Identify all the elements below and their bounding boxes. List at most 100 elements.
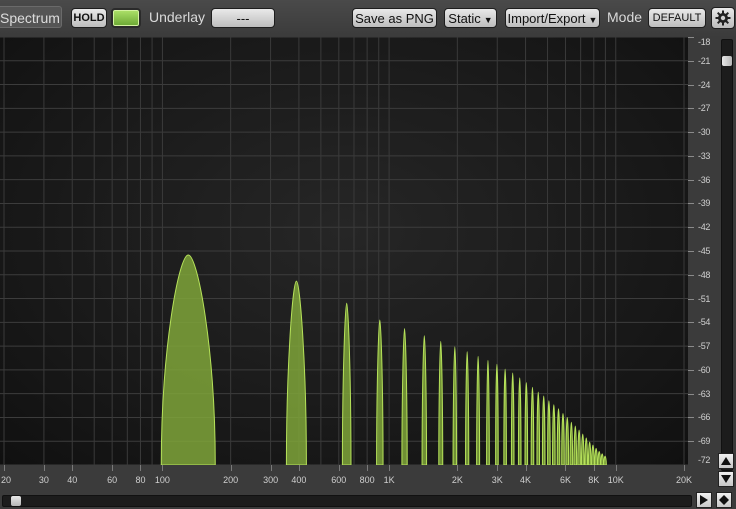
- x-tick-mark: [684, 465, 685, 471]
- y-tick-mark: [688, 369, 694, 371]
- y-tick-mark: [688, 322, 694, 324]
- scroll-down-button[interactable]: [718, 471, 734, 487]
- spectrum-peak: [486, 359, 490, 465]
- x-tick-mark: [338, 465, 340, 471]
- static-dropdown[interactable]: Static ▼: [444, 8, 497, 28]
- spectrum-peak: [597, 451, 601, 465]
- spectrum-peak: [561, 412, 565, 465]
- y-tick-mark: [688, 37, 694, 38]
- frequency-axis: 20 30 40 60 80 100 200 300 400 600 800 1K 2K 3K 4K 6K 8K…: [0, 465, 716, 491]
- y-tick-label: -48: [698, 269, 711, 280]
- spectrum-peak: [603, 455, 607, 465]
- x-tick-label: 200: [223, 475, 239, 485]
- y-tick-label: -21: [698, 55, 711, 66]
- spectrum-peak: [510, 372, 515, 465]
- spectrum-peak: [556, 408, 561, 465]
- y-tick-label: -54: [698, 317, 711, 328]
- y-tick-label: -51: [698, 293, 711, 304]
- x-tick-mark: [72, 465, 74, 471]
- x-tick-label: 2K: [451, 475, 463, 485]
- y-tick-mark: [688, 298, 694, 300]
- underlay-dropdown[interactable]: ---: [211, 8, 275, 28]
- x-tick-mark: [43, 465, 45, 471]
- spectrum-peak: [465, 351, 470, 465]
- x-tick-mark: [389, 465, 391, 471]
- triangle-up-icon: [721, 457, 731, 465]
- caret-down-icon: ▼: [588, 15, 598, 25]
- underlay-label: Underlay: [149, 9, 206, 25]
- x-tick-label: 1K: [383, 475, 395, 485]
- scroll-up-button[interactable]: [718, 453, 734, 469]
- y-tick-mark: [688, 132, 694, 134]
- diamond-icon: [719, 495, 729, 505]
- x-tick-label: 30: [38, 475, 49, 485]
- y-tick-mark: [688, 251, 694, 252]
- y-tick-label: -66: [698, 412, 711, 423]
- import-export-label: Import/Export: [507, 11, 586, 26]
- hold-button[interactable]: HOLD: [71, 8, 107, 28]
- static-dropdown-label: Static: [448, 11, 481, 26]
- spectrum-peak: [530, 386, 535, 465]
- y-tick-label: -24: [698, 79, 711, 90]
- spectrum-plot[interactable]: [0, 37, 688, 465]
- y-tick-label: -60: [698, 364, 711, 375]
- x-tick-label: 80: [135, 475, 146, 485]
- x-tick-mark: [4, 465, 5, 471]
- horizontal-scroll-thumb[interactable]: [11, 496, 21, 506]
- x-tick-mark: [525, 465, 527, 471]
- spectrum-peak: [452, 346, 458, 465]
- x-tick-label: 800: [359, 475, 375, 485]
- x-tick-label: 600: [331, 475, 347, 485]
- x-tick-label: 4K: [520, 475, 532, 485]
- horizontal-scrollbar[interactable]: [0, 491, 736, 509]
- y-tick-label: -72: [698, 455, 711, 465]
- scroll-right-button[interactable]: [696, 492, 712, 508]
- vertical-scrollbar[interactable]: [716, 37, 736, 490]
- spectrum-peak: [584, 437, 589, 465]
- y-tick-label: -18: [698, 37, 711, 47]
- y-tick-label: -45: [698, 246, 711, 256]
- y-tick-label: -27: [698, 103, 711, 114]
- x-tick-mark: [112, 465, 114, 471]
- gear-icon: [715, 10, 731, 26]
- x-tick-mark: [230, 465, 232, 471]
- x-tick-label: 6K: [559, 475, 571, 485]
- zoom-reset-button[interactable]: [716, 492, 732, 508]
- vertical-scroll-thumb[interactable]: [722, 56, 732, 66]
- spectrum-peak: [547, 400, 551, 465]
- y-tick-label: -42: [698, 222, 711, 233]
- horizontal-scroll-track[interactable]: [2, 495, 692, 507]
- x-tick-label: 20K: [675, 475, 693, 485]
- x-tick-label: 40: [67, 475, 78, 485]
- mode-dropdown[interactable]: DEFAULT: [648, 8, 706, 28]
- x-tick-label: 400: [291, 475, 307, 485]
- y-tick-mark: [688, 108, 694, 110]
- y-tick-mark: [688, 155, 694, 157]
- vertical-scroll-track[interactable]: [721, 39, 733, 471]
- spectrum-peak: [421, 335, 428, 465]
- spectrum-peak: [517, 377, 522, 465]
- x-tick-mark: [565, 465, 567, 471]
- x-tick-label: 8K: [588, 475, 600, 485]
- y-tick-label: -69: [698, 436, 711, 447]
- x-tick-mark: [162, 465, 164, 471]
- x-tick-mark: [140, 465, 142, 471]
- x-tick-label: 3K: [491, 475, 503, 485]
- hold-led-toggle[interactable]: [111, 8, 141, 28]
- x-tick-label: 10K: [607, 475, 624, 485]
- settings-button[interactable]: [711, 7, 735, 29]
- x-tick-label: 100: [154, 475, 170, 485]
- y-tick-label: -63: [698, 388, 711, 399]
- toolbar: Spectrum HOLD Underlay --- Save as PNG S…: [0, 0, 736, 38]
- y-tick-label: -57: [698, 341, 711, 352]
- spectrum-peak: [495, 363, 499, 465]
- spectrum-peak: [401, 328, 408, 465]
- save-as-png-button[interactable]: Save as PNG: [352, 8, 437, 28]
- x-tick-mark: [615, 465, 617, 471]
- y-tick-mark: [688, 274, 694, 276]
- x-tick-label: 60: [107, 475, 118, 485]
- spectrum-peak: [476, 355, 481, 465]
- spectrum-peak: [569, 421, 574, 465]
- import-export-dropdown[interactable]: Import/Export ▼: [505, 8, 600, 28]
- spectrum-peak: [600, 453, 604, 465]
